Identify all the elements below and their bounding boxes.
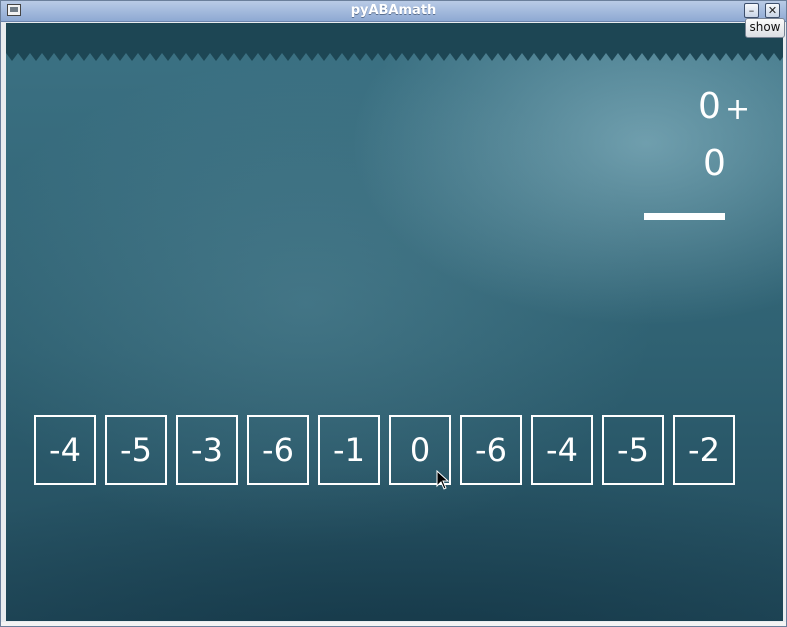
- answer-card[interactable]: -5: [602, 415, 664, 485]
- addend-top: 0: [698, 86, 721, 127]
- minimize-icon: –: [748, 4, 755, 17]
- answer-card[interactable]: -5: [105, 415, 167, 485]
- app-window: pyABAmath – ✕ 0 + 0 -4 -5 -3 -6 -1 0 -6 -4 -5 -2 …: [0, 0, 787, 627]
- answer-card[interactable]: -6: [460, 415, 522, 485]
- answer-card[interactable]: -1: [318, 415, 380, 485]
- sum-line: [644, 213, 725, 220]
- chalkboard: 0 + 0 -4 -5 -3 -6 -1 0 -6 -4 -5 -2: [6, 23, 783, 621]
- window-bottom-border: [1, 622, 786, 626]
- close-icon: ✕: [767, 4, 778, 17]
- minimize-button[interactable]: –: [744, 3, 759, 18]
- operator-plus: +: [725, 92, 751, 127]
- close-button[interactable]: ✕: [765, 3, 780, 18]
- addend-bottom: 0: [703, 143, 726, 184]
- answer-card[interactable]: -6: [247, 415, 309, 485]
- answer-card[interactable]: -4: [531, 415, 593, 485]
- show-button[interactable]: show: [745, 18, 785, 38]
- mouse-pointer-icon: [436, 470, 450, 490]
- board-top-edge: [6, 23, 783, 61]
- answer-card[interactable]: -2: [673, 415, 735, 485]
- answer-card[interactable]: -3: [176, 415, 238, 485]
- answer-card[interactable]: -4: [34, 415, 96, 485]
- title-bar[interactable]: pyABAmath – ✕: [1, 1, 786, 22]
- window-title: pyABAmath: [350, 3, 437, 18]
